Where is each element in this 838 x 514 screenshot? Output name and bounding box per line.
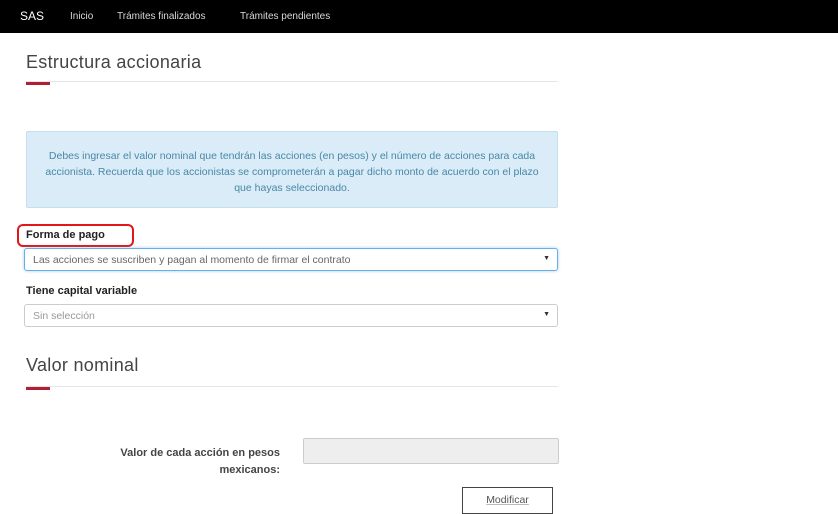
top-navbar: SAS Inicio Trámites finalizados Trámites… [0,0,838,33]
caret-down-icon: ▼ [543,311,550,318]
valor-accion-label: Valor de cada acción en pesos mexicanos: [120,447,280,476]
capital-variable-select[interactable]: Sin selección ▼ [24,304,558,327]
nav-brand[interactable]: SAS [20,9,44,23]
section-title-valor-nominal: Valor nominal [26,355,139,375]
section-divider [26,81,558,82]
forma-de-pago-value: Las acciones se suscriben y pagan al mom… [33,254,351,266]
nav-link-inicio[interactable]: Inicio [70,11,93,22]
section-title-estructura: Estructura accionaria [26,52,202,72]
section-accent-bar [26,387,50,390]
forma-de-pago-label: Forma de pago [26,229,105,241]
valor-accion-input[interactable] [303,438,559,464]
modificar-button[interactable]: Modificar [462,487,553,514]
info-alert: Debes ingresar el valor nominal que tend… [26,131,558,208]
section-accent-bar [26,82,50,85]
section-divider [26,386,558,387]
nav-link-tramites-finalizados[interactable]: Trámites finalizados [117,11,206,22]
nav-link-tramites-pendientes[interactable]: Trámites pendientes [240,11,330,22]
forma-de-pago-select[interactable]: Las acciones se suscriben y pagan al mom… [24,248,558,271]
caret-down-icon: ▼ [543,255,550,262]
capital-variable-value: Sin selección [33,310,95,322]
info-alert-text: Debes ingresar el valor nominal que tend… [45,150,539,194]
capital-variable-label: Tiene capital variable [26,285,138,297]
